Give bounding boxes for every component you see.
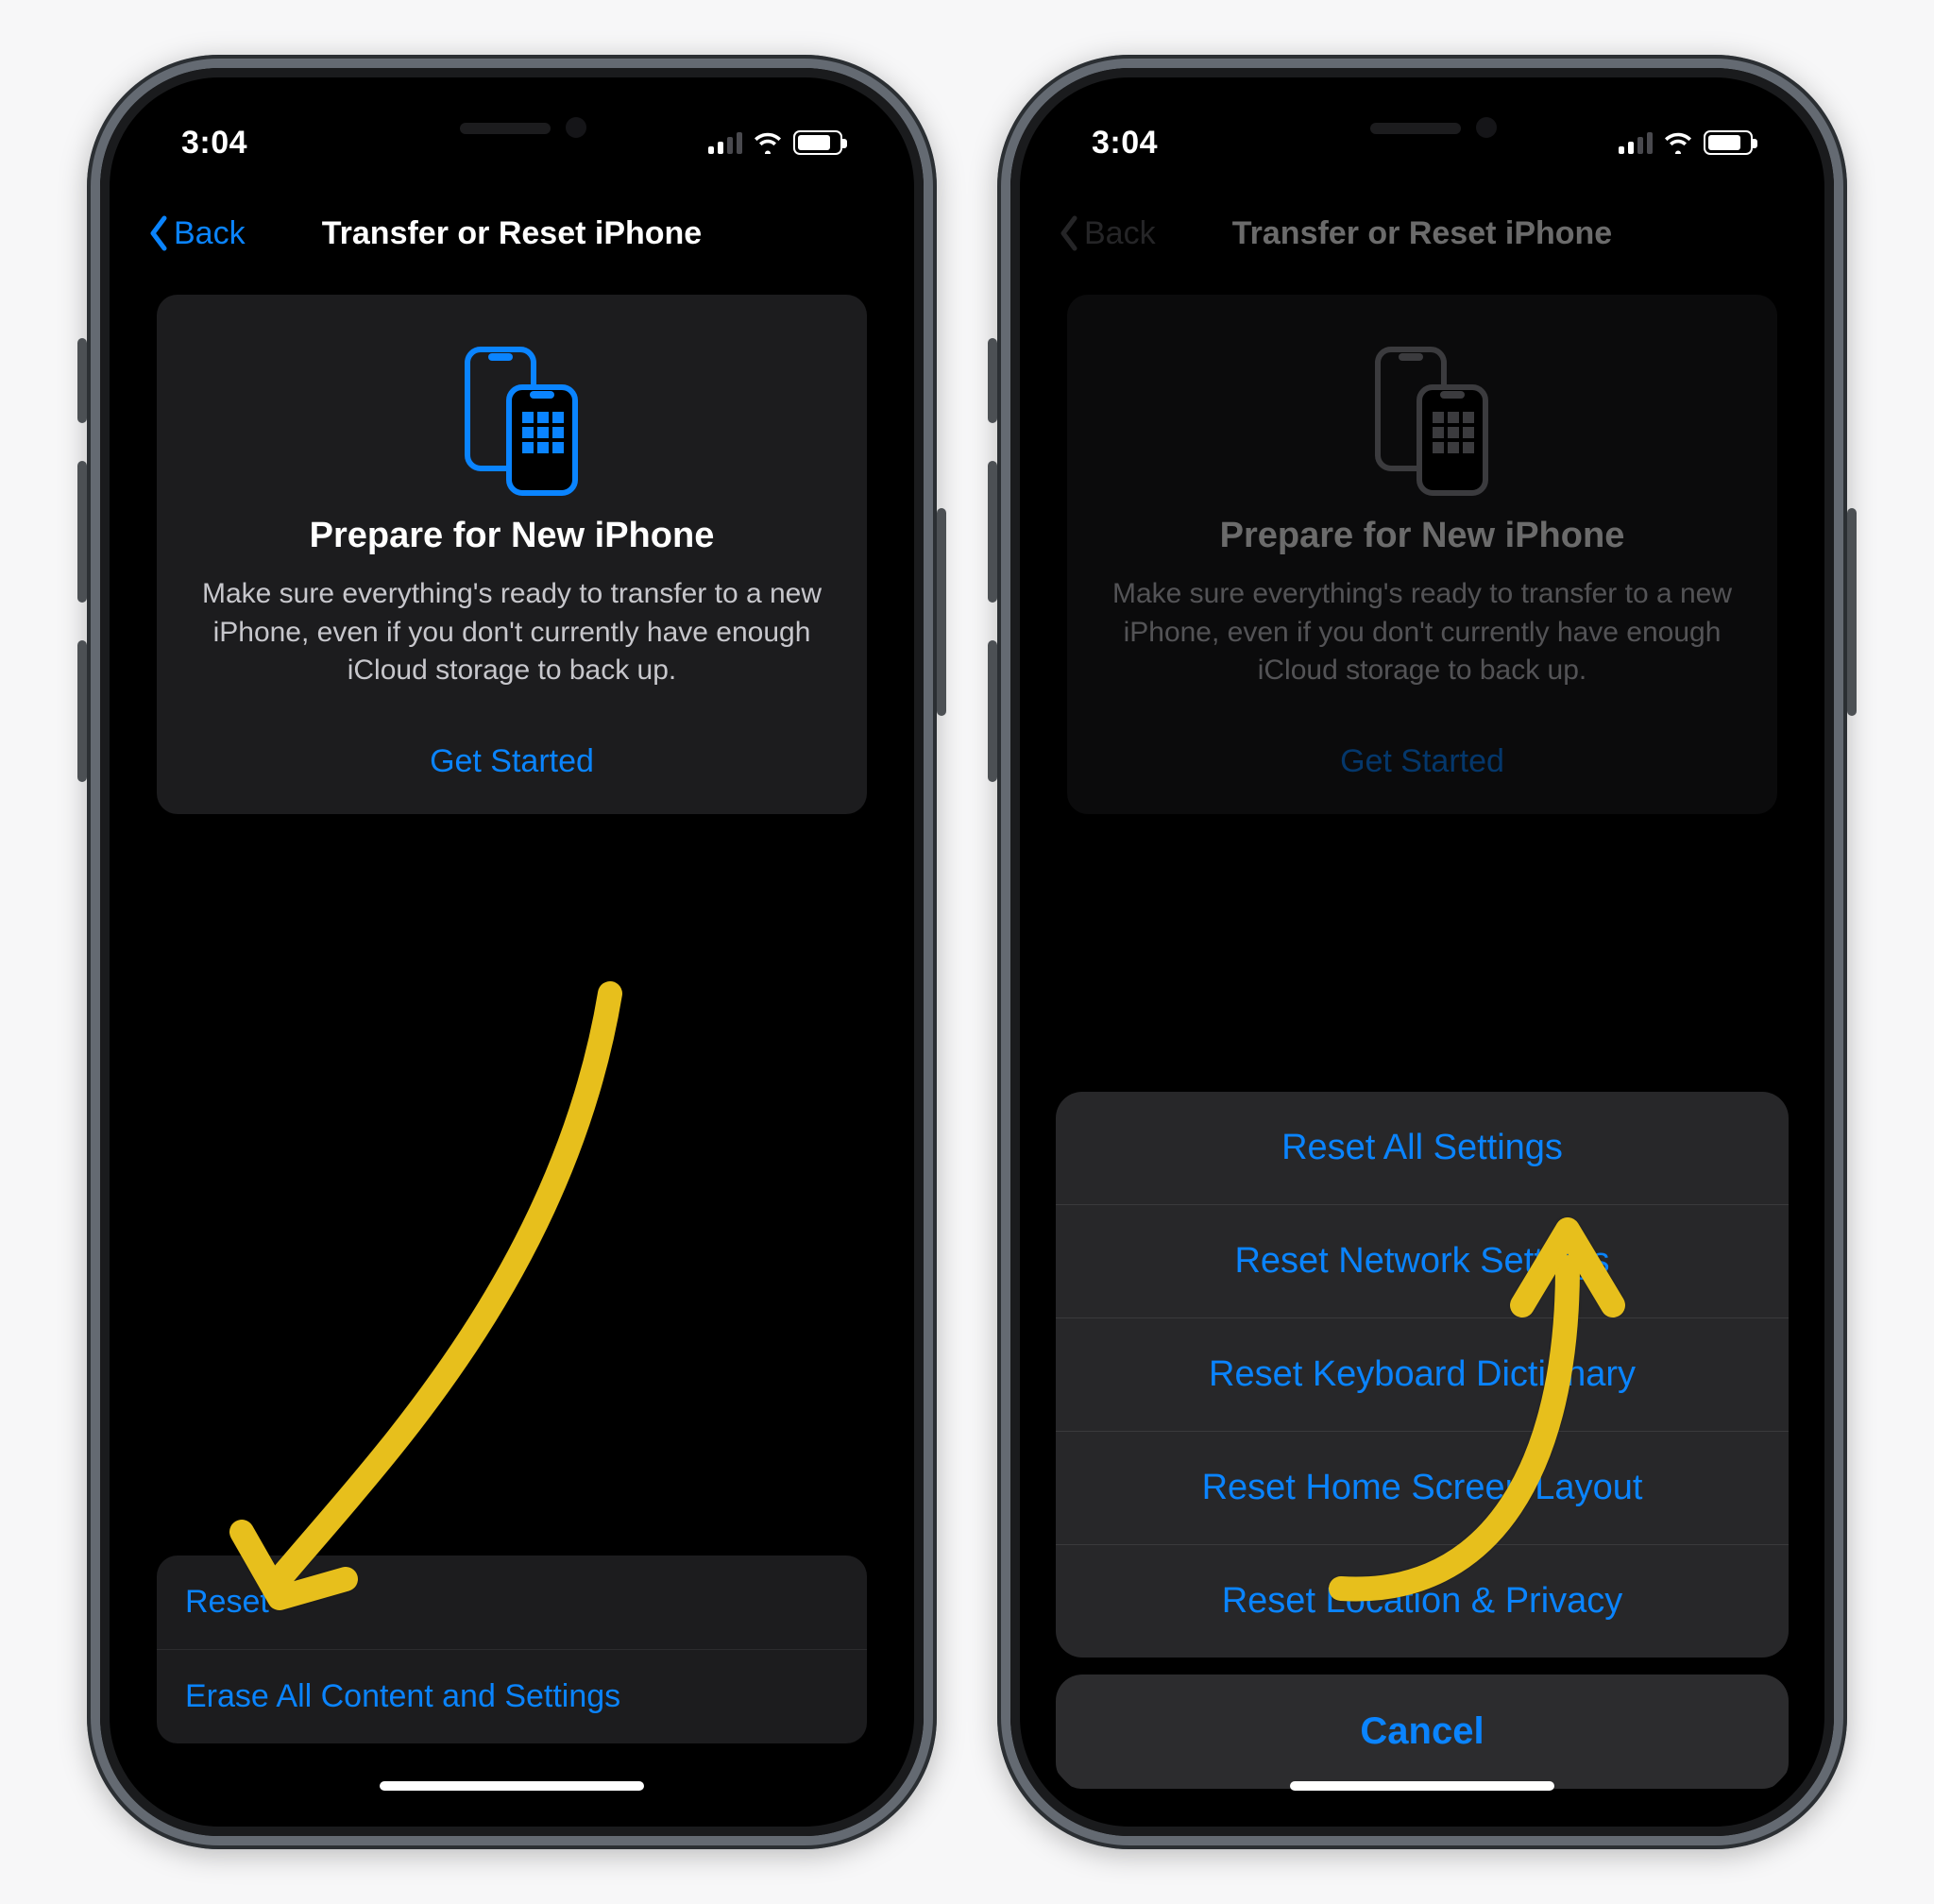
- nav-bar: Back Transfer or Reset iPhone: [128, 191, 895, 276]
- get-started-button[interactable]: Get Started: [189, 743, 835, 780]
- prepare-card: Prepare for New iPhone Make sure everyth…: [1067, 295, 1777, 814]
- wifi-icon: [754, 131, 782, 154]
- back-label: Back: [1084, 215, 1156, 252]
- reset-all-settings-option[interactable]: Reset All Settings: [1056, 1092, 1789, 1204]
- chevron-left-icon: [1058, 214, 1080, 252]
- prepare-body: Make sure everything's ready to transfer…: [1099, 575, 1745, 690]
- page-title: Transfer or Reset iPhone: [322, 215, 702, 252]
- reset-location-privacy-option[interactable]: Reset Location & Privacy: [1056, 1544, 1789, 1658]
- reset-network-settings-option[interactable]: Reset Network Settings: [1056, 1204, 1789, 1318]
- reset-home-screen-layout-option[interactable]: Reset Home Screen Layout: [1056, 1431, 1789, 1544]
- iphone-device-right: 3:04 Back Transfer or Reset iPhone: [997, 55, 1847, 1849]
- home-indicator[interactable]: [1290, 1781, 1554, 1791]
- home-indicator[interactable]: [380, 1781, 644, 1791]
- battery-icon: [1704, 130, 1753, 155]
- wifi-icon: [1664, 131, 1692, 154]
- notch: [1229, 96, 1616, 155]
- prepare-heading: Prepare for New iPhone: [189, 516, 835, 556]
- chevron-left-icon: [147, 214, 170, 252]
- screen-right: 3:04 Back Transfer or Reset iPhone: [1039, 96, 1806, 1808]
- back-button: Back: [1058, 214, 1156, 252]
- prepare-heading: Prepare for New iPhone: [1099, 516, 1745, 556]
- reset-keyboard-dictionary-option[interactable]: Reset Keyboard Dictionary: [1056, 1318, 1789, 1431]
- page-title: Transfer or Reset iPhone: [1232, 215, 1612, 252]
- battery-icon: [793, 130, 842, 155]
- screen-left: 3:04 Back Transfer or Reset iPhone: [128, 96, 895, 1808]
- erase-all-row[interactable]: Erase All Content and Settings: [157, 1649, 867, 1743]
- reset-row[interactable]: Reset: [157, 1556, 867, 1649]
- prepare-card: Prepare for New iPhone Make sure everyth…: [157, 295, 867, 814]
- cellular-icon: [708, 131, 742, 154]
- cancel-button[interactable]: Cancel: [1056, 1674, 1789, 1789]
- prepare-body: Make sure everything's ready to transfer…: [189, 575, 835, 690]
- nav-bar: Back Transfer or Reset iPhone: [1039, 191, 1806, 276]
- reset-list: Reset Erase All Content and Settings: [157, 1556, 867, 1743]
- transfer-phones-icon: [1099, 336, 1745, 497]
- transfer-phones-icon: [189, 336, 835, 497]
- status-time: 3:04: [1092, 125, 1158, 162]
- back-button[interactable]: Back: [147, 214, 246, 252]
- back-label: Back: [174, 215, 246, 252]
- iphone-device-left: 3:04 Back Transfer or Reset iPhone: [87, 55, 937, 1849]
- get-started-button[interactable]: Get Started: [1099, 743, 1745, 780]
- status-time: 3:04: [181, 125, 247, 162]
- reset-action-sheet: Reset All Settings Reset Network Setting…: [1056, 1092, 1789, 1789]
- cellular-icon: [1619, 131, 1653, 154]
- notch: [318, 96, 705, 155]
